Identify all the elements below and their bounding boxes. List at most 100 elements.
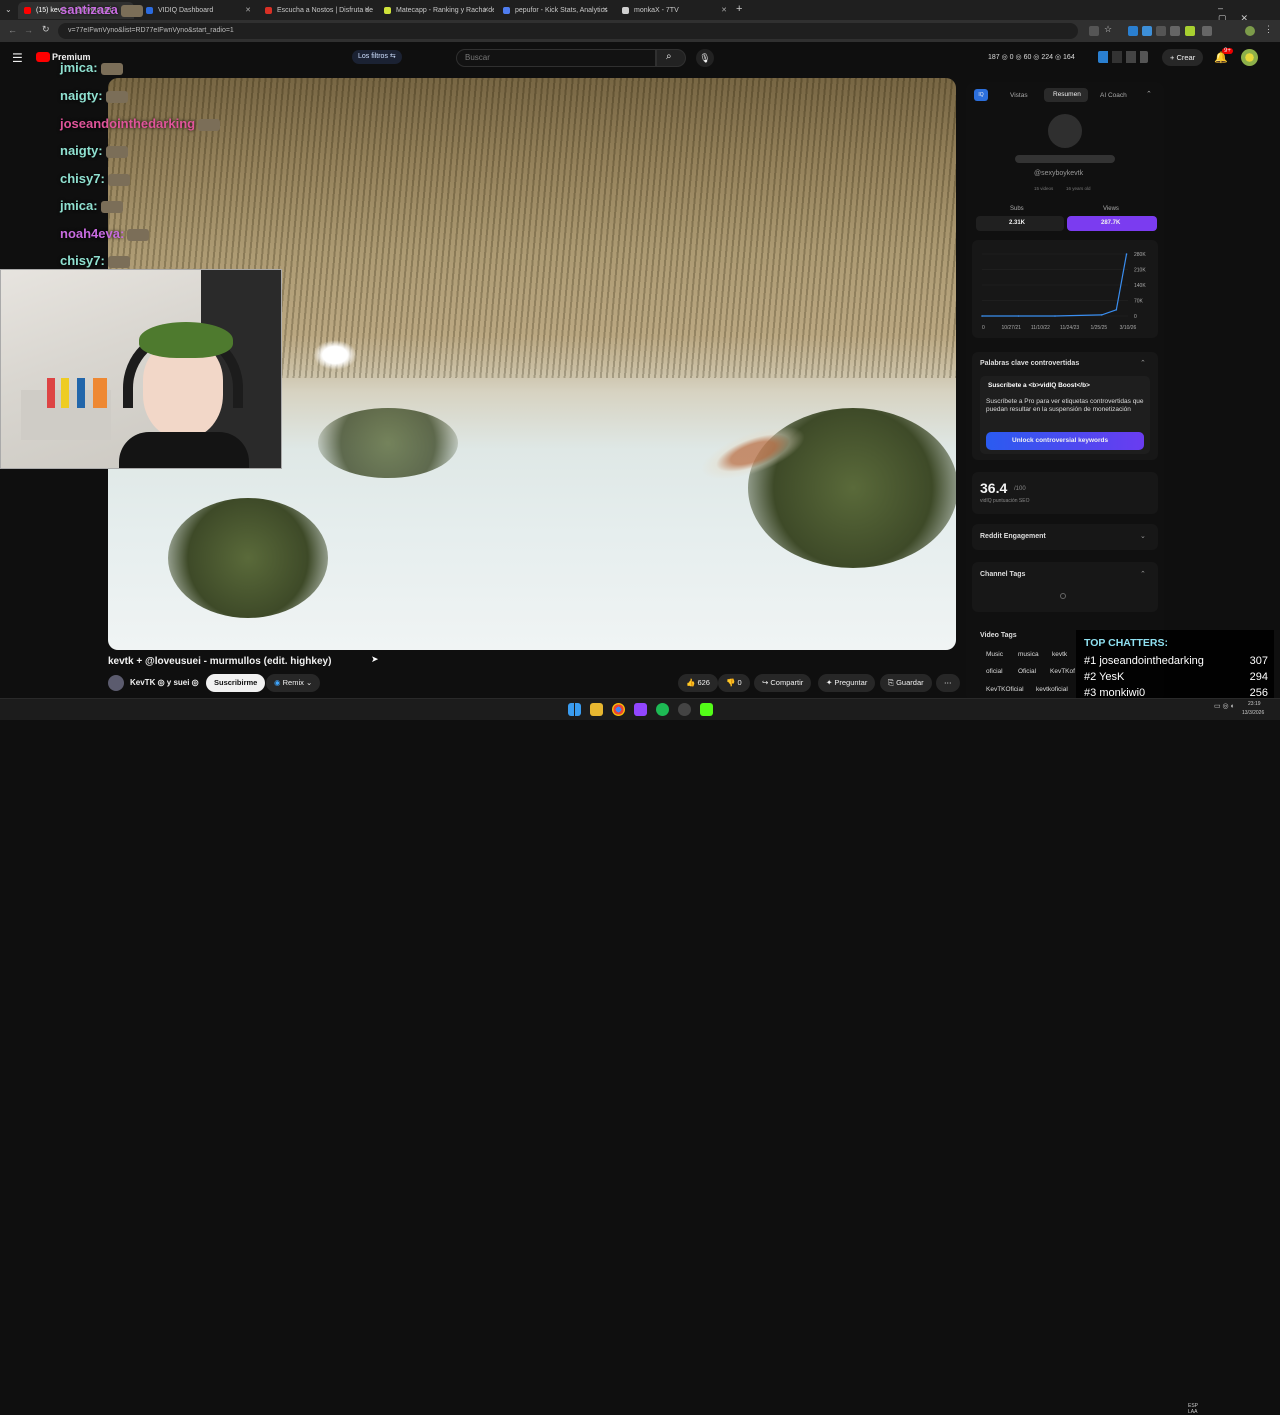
chat-emote-icon xyxy=(107,173,130,186)
account-avatar[interactable] xyxy=(1241,49,1258,66)
extension-icon-2[interactable] xyxy=(1142,26,1152,36)
twitch-icon[interactable] xyxy=(634,703,647,716)
tab-close-icon[interactable]: ✕ xyxy=(483,2,489,19)
vidiq-tab-views[interactable]: Vistas xyxy=(1010,92,1028,99)
chat-message: chisy7: xyxy=(60,253,130,269)
video-tag[interactable]: KevTKof xyxy=(1050,668,1075,675)
vidiq-views-label: Views xyxy=(1103,206,1119,212)
chat-username: jmica: xyxy=(60,60,98,75)
windows-start-icon[interactable] xyxy=(568,703,581,716)
browser-tab[interactable]: Matecapp - Ranking y Racha de ✕ xyxy=(378,2,494,19)
notification-badge: 9+ xyxy=(1222,48,1233,54)
obs-icon[interactable] xyxy=(678,703,691,716)
url-input[interactable]: v=77eIFwnVyno&list=RD77eIFwnVyno&start_r… xyxy=(58,23,1078,39)
share-button[interactable]: ↪ Compartir xyxy=(754,674,812,692)
address-bar-row: ← → ↻ v=77eIFwnVyno&list=RD77eIFwnVyno&s… xyxy=(0,20,1280,42)
kick-icon[interactable] xyxy=(700,703,713,716)
tray-date[interactable]: 13/3/2026 xyxy=(1242,710,1264,716)
vidiq-video-tags-label: Video Tags xyxy=(980,632,1017,639)
chrome-icon[interactable] xyxy=(612,703,625,716)
tab-close-icon[interactable]: ✕ xyxy=(721,2,727,19)
tray-language[interactable]: ESP LAA xyxy=(1188,1403,1198,1415)
extensions-puzzle-icon[interactable] xyxy=(1202,26,1212,36)
video-tag[interactable]: oficial xyxy=(986,668,1003,675)
video-tag[interactable]: Oficial xyxy=(1018,668,1036,675)
video-tag[interactable]: kevtk xyxy=(1052,651,1067,658)
search-button[interactable]: ⌕ xyxy=(656,49,686,67)
channel-name[interactable]: KevTK ◎ y suei ◎ xyxy=(130,678,199,687)
video-tag[interactable]: KevTKOficial xyxy=(986,686,1024,693)
tray-time[interactable]: 23:19 xyxy=(1248,701,1261,707)
extension-icon-5[interactable] xyxy=(1185,26,1195,36)
profile-avatar-icon[interactable] xyxy=(1245,26,1255,36)
webcam-overlay xyxy=(0,269,282,469)
reload-icon[interactable]: ↻ xyxy=(42,24,50,35)
dislike-button[interactable]: 👎 0 xyxy=(718,674,750,692)
more-actions-button[interactable]: ⋯ xyxy=(936,674,960,692)
vidiq-toolbar-icons[interactable] xyxy=(1098,51,1148,63)
chart-x-tick: 0 xyxy=(982,325,985,331)
extension-icon-4[interactable] xyxy=(1170,26,1180,36)
vidiq-chart-card: 280K 210K 140K 70K 0 0 10/27/21 11/10/22 11/24/2… xyxy=(972,240,1158,338)
tab-search-icon[interactable]: ⌄ xyxy=(5,5,12,14)
remix-button[interactable]: ◉ Remix ⌄ xyxy=(266,674,321,692)
filters-chip[interactable]: Los filtros ⇆ xyxy=(352,50,402,64)
tray-icons[interactable]: ▭ ◎ ◐ xyxy=(1214,702,1235,710)
spotify-icon[interactable] xyxy=(656,703,669,716)
back-icon[interactable]: ← xyxy=(8,25,17,35)
subscribe-button[interactable]: Suscribirme xyxy=(206,674,266,692)
browser-tab[interactable]: VIDIQ Dashboard ✕ xyxy=(140,2,256,19)
chart-y-tick: 210K xyxy=(1134,268,1146,274)
browser-menu-icon[interactable]: ⋮ xyxy=(1264,24,1274,34)
unlock-keywords-button[interactable]: Unlock controversial keywords xyxy=(986,432,1144,450)
browser-tab[interactable]: pepufor - Kick Stats, Analytics ✕ xyxy=(497,2,613,19)
tab-title: monkaX - 7TV xyxy=(634,7,679,14)
vidiq-collapse-icon[interactable]: ⌃ xyxy=(1146,90,1152,98)
tab-close-icon[interactable]: ✕ xyxy=(602,2,608,19)
filter-chip-label: Los filtros xyxy=(358,53,388,60)
vidiq-keywords-collapse-icon[interactable]: ⌃ xyxy=(1140,359,1146,367)
cast-icon[interactable] xyxy=(1089,26,1099,36)
vidiq-views-tab[interactable]: 287.7K xyxy=(1067,216,1157,231)
file-explorer-icon[interactable] xyxy=(590,703,603,716)
tab-close-icon[interactable]: ✕ xyxy=(364,2,370,19)
vidiq-channel-age: 16 years old xyxy=(1066,186,1091,191)
video-tag[interactable]: kevtkoficial xyxy=(1036,686,1068,693)
chatter-name: YesK xyxy=(1099,671,1125,683)
chat-username: jmica: xyxy=(60,198,98,213)
ask-button[interactable]: ✦ Preguntar xyxy=(818,674,876,692)
channel-avatar[interactable] xyxy=(108,675,124,691)
extension-icon-3[interactable] xyxy=(1156,26,1166,36)
youtube-logo[interactable] xyxy=(36,52,50,62)
video-tag[interactable]: Music xyxy=(986,651,1003,658)
forward-icon[interactable]: → xyxy=(24,25,33,35)
like-button[interactable]: 👍 626 xyxy=(678,674,718,692)
bookmark-star-icon[interactable]: ☆ xyxy=(1104,24,1114,34)
hamburger-menu-icon[interactable]: ☰ xyxy=(12,51,23,65)
browser-tab[interactable]: monkaX - 7TV ✕ xyxy=(616,2,732,19)
extension-icon-1[interactable] xyxy=(1128,26,1138,36)
vidiq-channel-tags-card[interactable]: Channel Tags ⌃ xyxy=(972,562,1158,612)
video-tag[interactable]: musica xyxy=(1018,651,1039,658)
vidiq-reddit-card[interactable]: Reddit Engagement ⌄ xyxy=(972,524,1158,550)
chart-x-tick: 3/10/26 xyxy=(1120,325,1137,331)
search-input[interactable]: Buscar xyxy=(456,49,656,67)
chat-username: joseandointhedarking xyxy=(60,116,196,131)
tab-favicon-icon xyxy=(24,7,31,14)
vidiq-reddit-expand-icon[interactable]: ⌄ xyxy=(1140,532,1146,540)
vidiq-keywords-card: Palabras clave controvertidas ⌃ Suscríbe… xyxy=(972,352,1158,460)
chat-emote-icon xyxy=(127,228,150,241)
browser-tab[interactable]: Escucha a Nostos | Disfruta de ✕ xyxy=(259,2,375,19)
chart-y-tick: 140K xyxy=(1134,283,1146,289)
chart-y-tick: 0 xyxy=(1134,314,1137,320)
vidiq-tab-ai-coach[interactable]: AI Coach xyxy=(1100,92,1127,99)
save-button[interactable]: ⎘ Guardar xyxy=(880,674,932,692)
new-tab-button[interactable]: + xyxy=(736,3,742,15)
vidiq-subs-tab[interactable]: 2.31K xyxy=(976,216,1064,231)
chat-message: joseandointhedarking xyxy=(60,116,221,132)
vidiq-tab-summary[interactable]: Resumen xyxy=(1044,88,1088,102)
vidiq-channel-tags-collapse-icon[interactable]: ⌃ xyxy=(1140,570,1146,578)
create-button[interactable]: + Crear xyxy=(1162,49,1204,66)
voice-search-icon[interactable]: 🎙 xyxy=(696,49,714,67)
tab-close-icon[interactable]: ✕ xyxy=(245,2,251,19)
